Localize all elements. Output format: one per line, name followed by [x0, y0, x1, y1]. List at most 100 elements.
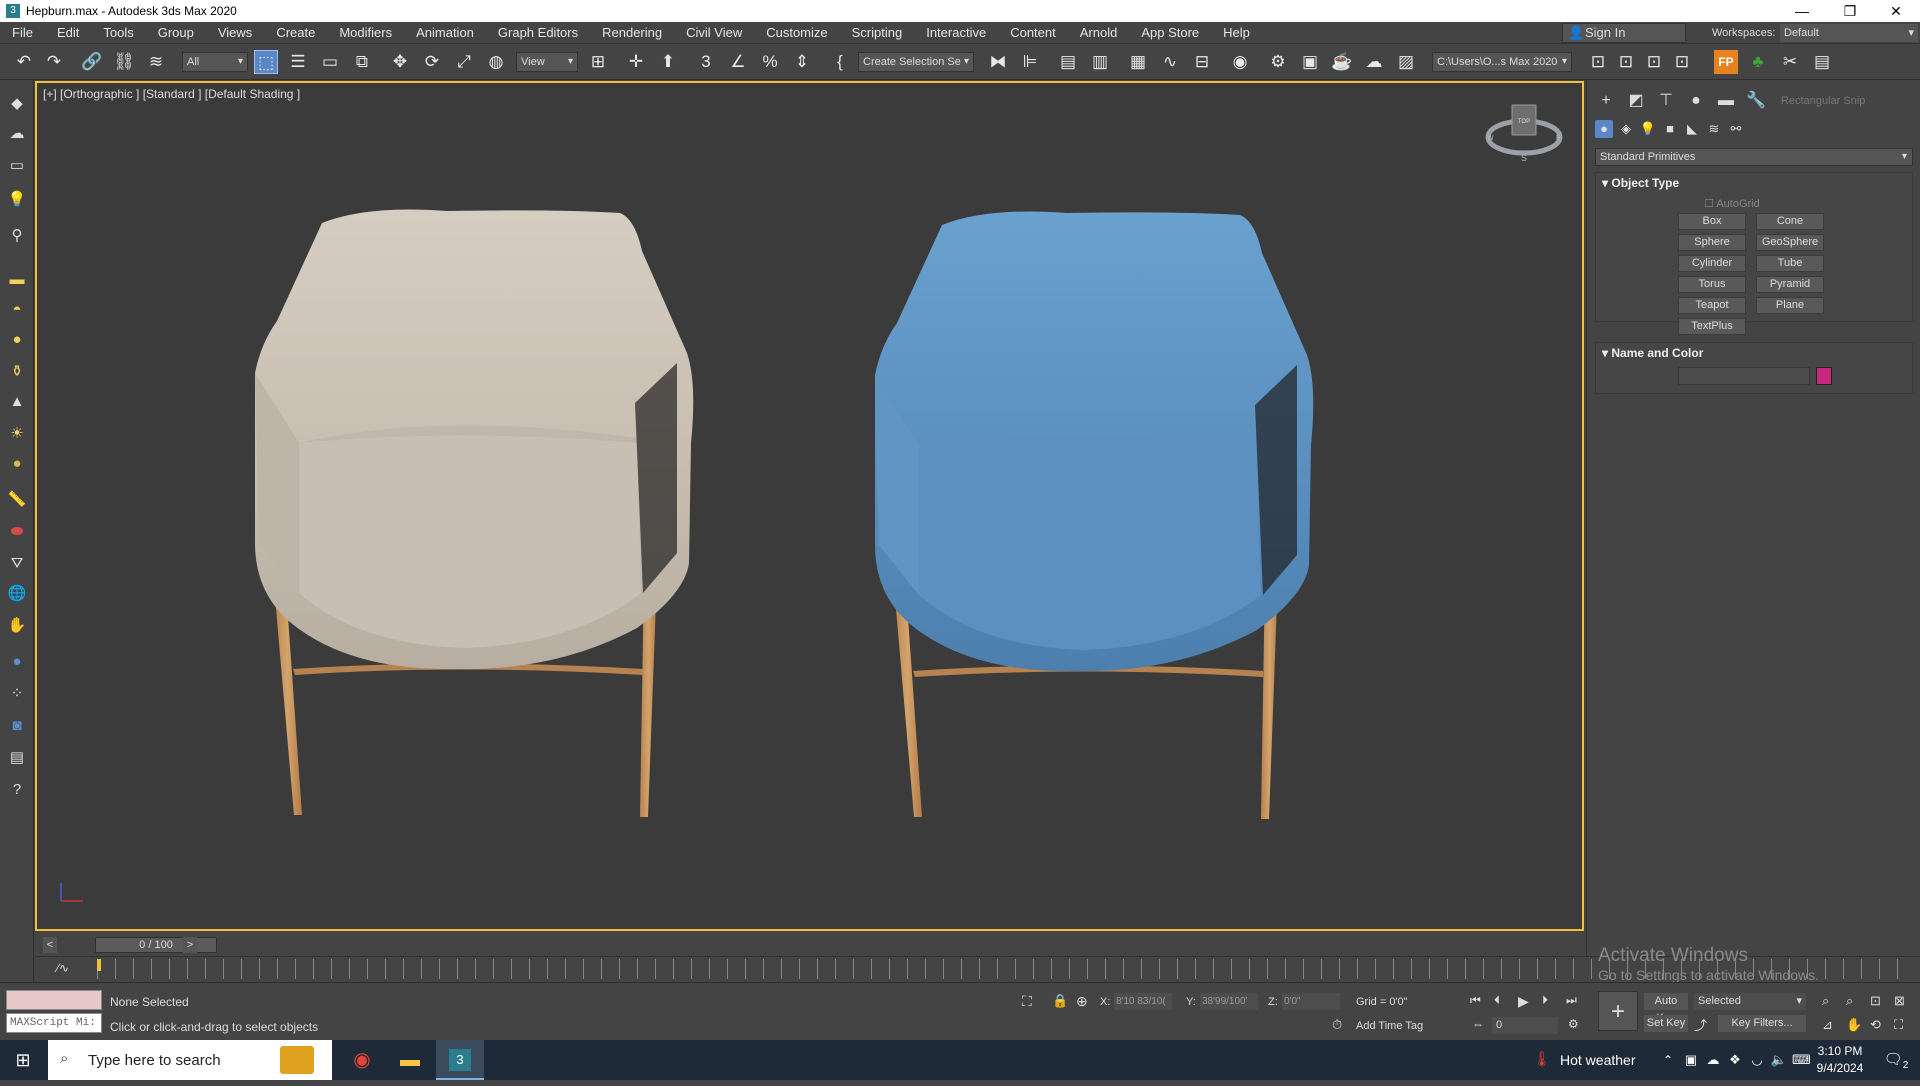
window-icon[interactable]: ▭ [7, 156, 27, 176]
table-icon[interactable]: ▤ [1810, 50, 1834, 74]
ruler-icon[interactable]: 📏 [7, 490, 27, 510]
autogrid-checkbox[interactable]: ☐ AutoGrid [1704, 197, 1760, 210]
plane-button[interactable]: Plane [1756, 297, 1824, 314]
create-tab-icon[interactable]: + [1595, 90, 1617, 112]
container-icon-1[interactable]: ⊡ [1586, 50, 1610, 74]
menu-help[interactable]: Help [1211, 22, 1262, 44]
tube-button[interactable]: Tube [1756, 255, 1824, 272]
percent-snap-icon[interactable]: % [758, 50, 782, 74]
set-key-button[interactable]: Set Key [1644, 1015, 1688, 1032]
weather-icon[interactable]: 🌡 [1532, 1040, 1552, 1080]
pyramid-button[interactable]: Pyramid [1756, 276, 1824, 293]
name-and-color-header[interactable]: ▾ Name and Color [1596, 343, 1912, 363]
window-crossing-icon[interactable]: ⧉ [350, 50, 374, 74]
container-icon-2[interactable]: ⊡ [1614, 50, 1638, 74]
previous-frame-icon[interactable]: ⏴ [1494, 993, 1500, 1008]
close-button[interactable]: ✕ [1874, 0, 1918, 22]
globe-icon[interactable]: 🌐 [7, 584, 27, 604]
menu-create[interactable]: Create [264, 22, 327, 44]
time-slider-prev[interactable]: < [43, 937, 57, 953]
taskbar-search-box[interactable]: ⌕ Type here to search [48, 1040, 332, 1080]
container-icon-3[interactable]: ⊡ [1642, 50, 1666, 74]
mirror-icon[interactable]: ⧓ [986, 50, 1010, 74]
render-production-icon[interactable]: ☕ [1330, 50, 1354, 74]
current-frame-marker[interactable] [97, 959, 101, 971]
utilities-tab-icon[interactable]: 🔧 [1745, 90, 1767, 112]
container-icon-4[interactable]: ⊡ [1670, 50, 1694, 74]
menu-animation[interactable]: Animation [404, 22, 486, 44]
pyramid-icon[interactable]: ⛛ [7, 554, 27, 574]
pivot-center-icon[interactable]: ⊞ [586, 50, 610, 74]
zoom-all-icon[interactable]: ⌕ [1846, 993, 1853, 1009]
schematic-view-icon[interactable]: ⊟ [1190, 50, 1214, 74]
teapot-button[interactable]: Teapot [1678, 297, 1746, 314]
absolute-mode-icon[interactable]: ⊕ [1076, 993, 1088, 1010]
rectangle-icon[interactable]: ▬ [7, 270, 27, 290]
object-color-swatch[interactable] [1816, 367, 1832, 385]
cylinder-button[interactable]: Cylinder [1678, 255, 1746, 272]
menu-app-store[interactable]: App Store [1129, 22, 1211, 44]
auto-key-button[interactable]: Auto Key [1644, 993, 1688, 1024]
menu-civil-view[interactable]: Civil View [674, 22, 754, 44]
menu-modifiers[interactable]: Modifiers [327, 22, 404, 44]
time-tag-icon[interactable]: ⏱ [1332, 1017, 1342, 1033]
light-icon[interactable]: 💡 [7, 190, 27, 210]
sphere-button[interactable]: Sphere [1678, 234, 1746, 251]
current-frame-field[interactable]: 0 [1492, 1017, 1558, 1034]
selection-filter-dropdown[interactable]: All [182, 52, 248, 72]
geometry-icon[interactable]: ● [1595, 120, 1613, 138]
3ds-max-taskbar-icon[interactable]: 3 [436, 1040, 484, 1080]
shapes-icon[interactable]: ◈ [1617, 120, 1635, 138]
restore-button[interactable]: ❐ [1828, 0, 1872, 22]
menu-rendering[interactable]: Rendering [590, 22, 674, 44]
spinner-snap-icon[interactable]: ⇕ [790, 50, 814, 74]
orbit-icon[interactable]: ⟲ [1870, 1017, 1881, 1033]
key-mode-dropdown[interactable]: Selected ▾ [1694, 993, 1806, 1010]
box-button[interactable]: Box [1678, 213, 1746, 230]
align-icon[interactable]: ⊫ [1018, 50, 1042, 74]
object-name-field[interactable] [1678, 367, 1810, 385]
material-editor-icon[interactable]: ◉ [1228, 50, 1252, 74]
render-icon[interactable]: ◙ [7, 716, 27, 736]
menu-scripting[interactable]: Scripting [840, 22, 915, 44]
y-coordinate-field[interactable]: 38'99/100' [1200, 993, 1258, 1010]
cone-button[interactable]: Cone [1756, 213, 1824, 230]
link-icon[interactable]: 🔗 [80, 50, 104, 74]
bind-space-warp-icon[interactable]: ≋ [144, 50, 168, 74]
render-setup-icon[interactable]: ⚙ [1266, 50, 1290, 74]
teapot-icon[interactable]: ⚱ [7, 362, 27, 382]
cloud-icon[interactable]: ☁ [7, 124, 27, 144]
set-keys-button[interactable]: + [1598, 991, 1638, 1031]
perspective-viewport[interactable]: [+] [Orthographic ] [Standard ] [Default… [35, 81, 1584, 931]
volume-icon[interactable]: 🔈 [1770, 1040, 1788, 1080]
meet-now-icon[interactable]: ▣ [1682, 1040, 1700, 1080]
add-time-tag[interactable]: Add Time Tag [1356, 1020, 1423, 1032]
select-manipulate-icon[interactable]: ✛ [624, 50, 648, 74]
chair-beige[interactable] [255, 209, 694, 818]
rectangular-selection-icon[interactable]: ▭ [318, 50, 342, 74]
keyboard-shortcut-icon[interactable]: ⬆ [656, 50, 680, 74]
cameras-icon[interactable]: ■ [1661, 120, 1679, 138]
angle-snap-icon[interactable]: ∠ [726, 50, 750, 74]
weather-label[interactable]: Hot weather [1560, 1040, 1635, 1080]
show-hidden-icons[interactable]: ⌃ [1660, 1040, 1676, 1080]
ball-icon[interactable]: ● [7, 454, 27, 474]
primitives-category-dropdown[interactable]: Standard Primitives [1595, 148, 1913, 166]
unlink-icon[interactable]: ⛓ [112, 50, 136, 74]
select-by-name-icon[interactable]: ☰ [286, 50, 310, 74]
menu-customize[interactable]: Customize [754, 22, 839, 44]
menu-content[interactable]: Content [998, 22, 1068, 44]
motion-tab-icon[interactable]: ● [1685, 90, 1707, 112]
create-box-icon[interactable]: ◆ [7, 94, 27, 114]
scale-icon[interactable]: ⤢ [452, 50, 476, 74]
file-explorer-icon[interactable]: ▬ [388, 1040, 432, 1080]
sun-icon[interactable]: ☀ [7, 424, 27, 444]
media-browser-icon[interactable]: ▨ [1394, 50, 1418, 74]
sign-in-button[interactable]: 👤 Sign In [1562, 23, 1686, 43]
menu-graph-editors[interactable]: Graph Editors [486, 22, 590, 44]
zoom-icon[interactable]: ⌕ [1822, 993, 1829, 1009]
menu-tools[interactable]: Tools [91, 22, 145, 44]
field-of-view-icon[interactable]: ⊿ [1822, 1017, 1833, 1033]
rotate-icon[interactable]: ⟳ [420, 50, 444, 74]
x-coordinate-field[interactable]: 8'10 83/10( [1114, 993, 1172, 1010]
